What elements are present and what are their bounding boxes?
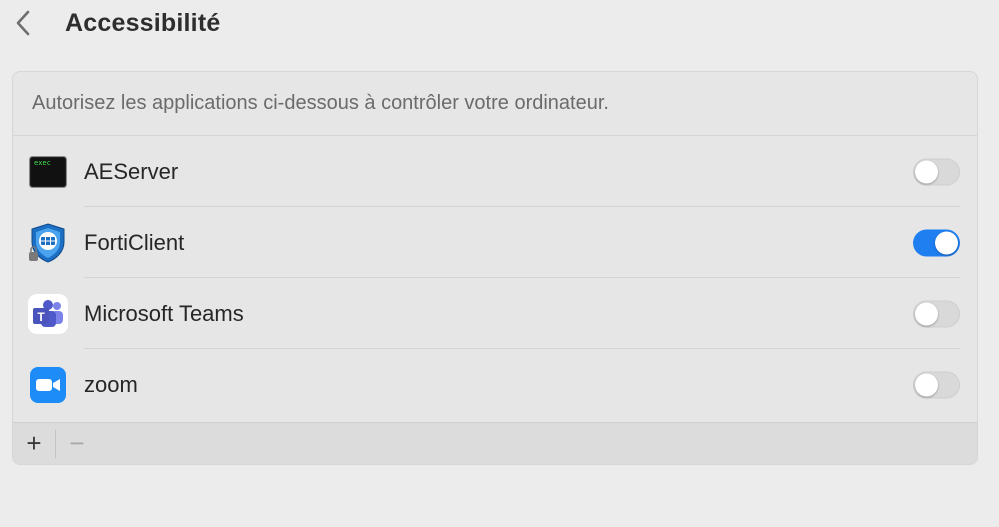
app-name: zoom [84,371,138,397]
toggle-forticlient[interactable] [913,229,960,256]
teams-icon: T [28,293,68,334]
panel-description: Autorisez les applications ci-dessous à … [13,72,977,136]
toggle-zoom[interactable] [913,371,960,398]
chevron-left-icon [15,9,31,42]
toggle-knob [915,302,938,325]
toggle-aeserver[interactable] [913,158,960,185]
header: Accessibilité [0,0,999,50]
toggle-knob [935,231,958,254]
toggle-microsoft-teams[interactable] [913,300,960,327]
list-item-forticlient: FortiClient [13,207,977,278]
list-item-aeserver: exec AEServer [13,136,977,207]
forticlient-shield-icon [28,222,68,263]
svg-text:T: T [37,310,45,324]
terminal-exec-icon: exec [28,152,68,192]
app-name: Microsoft Teams [84,300,244,326]
remove-app-button[interactable]: − [56,423,98,465]
list-item-microsoft-teams: T Microsoft Teams [13,278,977,349]
page-title: Accessibilité [65,9,221,37]
toggle-knob [915,373,938,396]
back-button[interactable] [10,8,36,42]
list-toolbar: + − [13,422,977,464]
app-name: AEServer [84,158,179,184]
accessibility-panel: Autorisez les applications ci-dessous à … [12,71,978,465]
add-app-button[interactable]: + [13,423,55,465]
exec-icon-text: exec [34,159,51,167]
toggle-knob [915,160,938,183]
zoom-camera-icon [28,365,68,405]
app-name: FortiClient [84,229,185,255]
list-item-zoom: zoom [13,349,977,420]
